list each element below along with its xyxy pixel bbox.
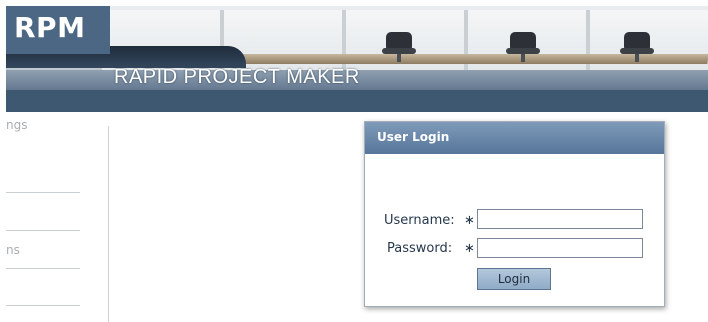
sidebar: ngs ns bbox=[0, 112, 110, 322]
username-label: Username: bbox=[384, 213, 455, 228]
banner-bottom-band bbox=[6, 90, 708, 112]
login-panel: User Login Username: ∗ Password: ∗ Login bbox=[364, 121, 665, 307]
username-input[interactable] bbox=[477, 209, 643, 229]
sidebar-item-label[interactable]: ns bbox=[6, 243, 20, 257]
sidebar-divider bbox=[6, 268, 80, 269]
banner-chair-image bbox=[382, 32, 416, 62]
header-banner: RPM RAPID PROJECT MAKER bbox=[6, 6, 708, 112]
password-input[interactable] bbox=[477, 238, 643, 258]
sidebar-divider bbox=[6, 230, 80, 231]
banner-chair-image bbox=[620, 32, 654, 62]
sidebar-item-label[interactable]: ngs bbox=[6, 118, 27, 132]
username-required-marker: ∗ bbox=[464, 213, 475, 228]
password-required-marker: ∗ bbox=[464, 241, 475, 256]
password-label: Password: bbox=[387, 241, 453, 256]
login-panel-header: User Login bbox=[365, 122, 664, 154]
login-title: User Login bbox=[377, 130, 450, 144]
sidebar-border bbox=[108, 126, 109, 322]
tagline: RAPID PROJECT MAKER bbox=[114, 66, 360, 88]
sidebar-divider bbox=[6, 192, 80, 193]
page: RPM RAPID PROJECT MAKER ngs ns User Logi… bbox=[0, 0, 708, 322]
logo: RPM bbox=[6, 6, 110, 54]
login-button[interactable]: Login bbox=[477, 268, 551, 290]
banner-chair-image bbox=[506, 32, 540, 62]
logo-text: RPM bbox=[14, 11, 86, 44]
sidebar-divider bbox=[6, 305, 80, 306]
